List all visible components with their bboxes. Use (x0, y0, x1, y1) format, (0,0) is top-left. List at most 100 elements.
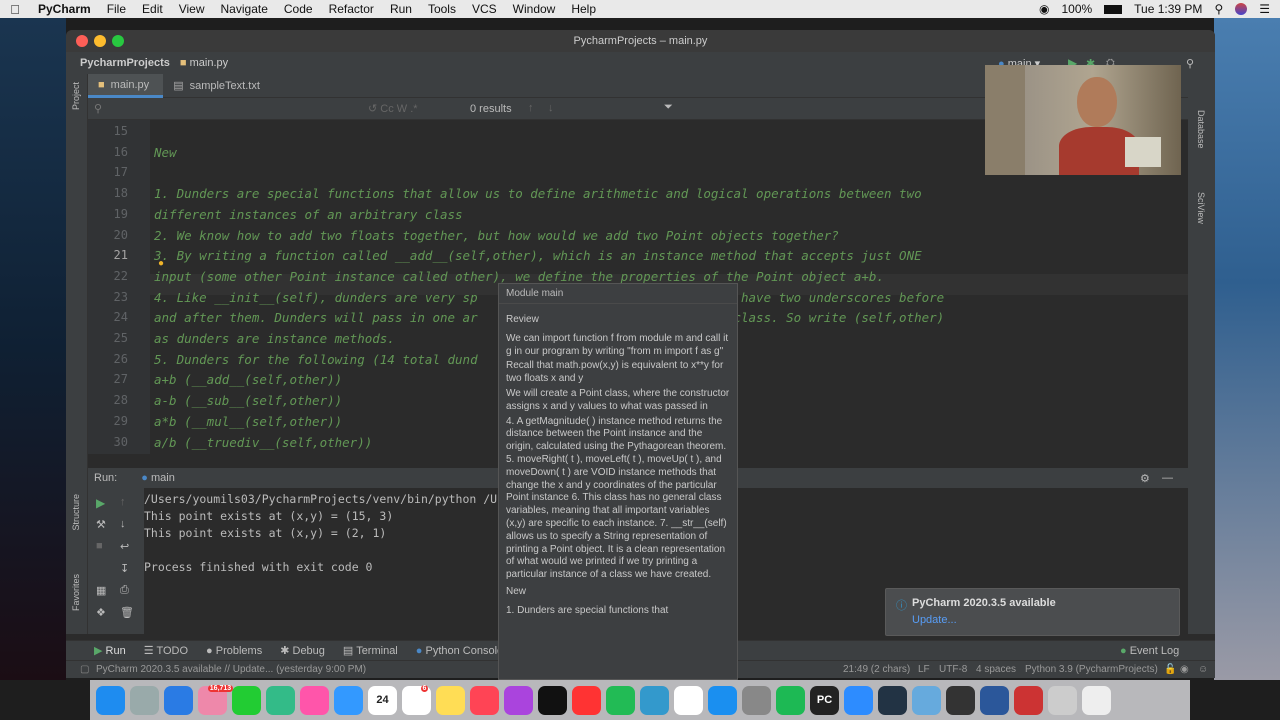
notes-dock-icon[interactable] (436, 685, 465, 715)
terminal-dock-icon[interactable] (946, 685, 975, 715)
finder-dock-icon[interactable] (96, 685, 125, 715)
code-line[interactable]: a-b (__sub__(self,other)) (154, 393, 342, 408)
line-separator[interactable]: LF (918, 664, 930, 675)
code-line[interactable]: a*b (__mul__(self,other)) (154, 414, 342, 429)
menu-vcs[interactable]: VCS (464, 2, 505, 16)
menu-navigate[interactable]: Navigate (213, 2, 276, 16)
update-notification[interactable]: ⓘ PyCharm 2020.3.5 available Update... (885, 588, 1180, 636)
spotlight-search-icon[interactable]: ⚲ (1214, 2, 1223, 16)
code-line[interactable]: 5. Dunders for the following (14 total d… (154, 352, 478, 367)
indent-setting[interactable]: 4 spaces (976, 664, 1016, 675)
clock[interactable]: Tue 1:39 PM (1134, 2, 1202, 16)
trash-icon[interactable]: 🗑 (120, 606, 134, 619)
code-line[interactable]: a+b (__add__(self,other)) (154, 372, 342, 387)
breadcrumb-file[interactable]: ■ main.py (180, 57, 228, 69)
code-line[interactable]: 2. We know how to add two floats togethe… (154, 228, 839, 243)
safari-dock-icon[interactable] (164, 685, 193, 715)
search-everywhere-icon[interactable]: ⚲ (1186, 57, 1194, 70)
launchpad-dock-icon[interactable] (130, 685, 159, 715)
system-preferences-dock-icon[interactable] (742, 685, 771, 715)
acrobat-dock-icon[interactable] (1014, 685, 1043, 715)
lock-icon[interactable]: 🔓 (1164, 664, 1176, 675)
menu-run[interactable]: Run (382, 2, 420, 16)
battery-icon[interactable] (1104, 4, 1123, 14)
rerun-icon[interactable]: ▶ (96, 496, 105, 510)
run-tab[interactable]: ● main (141, 472, 175, 484)
database-tool-label[interactable]: Database (1196, 110, 1206, 149)
photos-dock-icon[interactable] (300, 685, 329, 715)
code-line[interactable]: input (some other Point instance called … (154, 269, 884, 284)
tool-tab-python-console[interactable]: ● Python Console (416, 645, 503, 657)
keynote-dock-icon[interactable] (640, 685, 669, 715)
intention-bulb-icon[interactable]: ● (158, 258, 164, 269)
code-line[interactable]: a/b (__truediv__(self,other)) (154, 435, 372, 450)
next-occurrence-icon[interactable]: ↓ (548, 102, 554, 114)
update-link[interactable]: Update... (912, 614, 957, 626)
toggle-tool-windows-icon[interactable]: ▢ (80, 664, 89, 675)
code-line[interactable]: as dunders are instance methods. (154, 331, 395, 346)
app-store-dock-icon[interactable] (708, 685, 737, 715)
news-dock-icon[interactable] (572, 685, 601, 715)
tool-tab-terminal[interactable]: ▤ Terminal (343, 644, 398, 657)
music-dock-icon[interactable] (470, 685, 499, 715)
battery-percent[interactable]: 100% (1061, 2, 1092, 16)
menu-tools[interactable]: Tools (420, 2, 464, 16)
tab-sampletext-txt[interactable]: ▤ sampleText.txt (163, 74, 274, 98)
code-line[interactable]: New (154, 145, 177, 160)
notification-center-icon[interactable]: ☰ (1259, 2, 1270, 16)
code-line[interactable]: 1. Dunders are special functions that al… (154, 186, 922, 201)
pycharm-dock-icon[interactable]: PC (810, 685, 839, 715)
git-icon[interactable]: ◉ (1180, 664, 1189, 675)
quicktime-dock-icon[interactable] (878, 685, 907, 715)
menu-file[interactable]: File (99, 2, 134, 16)
maximize-window-button[interactable] (112, 35, 124, 47)
mail-dock-icon[interactable] (334, 685, 363, 715)
python-interpreter[interactable]: Python 3.9 (PycharmProjects) (1025, 664, 1158, 675)
down-arrow-icon[interactable]: ↓ (120, 518, 126, 530)
hide-panel-icon[interactable]: — (1162, 472, 1173, 484)
layout-icon[interactable]: ▦ (96, 584, 106, 597)
tab-main-py[interactable]: ■ main.py (88, 74, 164, 98)
calendar-dock-icon[interactable]: 24 (368, 685, 397, 715)
facetime-dock-icon[interactable] (232, 685, 261, 715)
status-message[interactable]: PyCharm 2020.3.5 available // Update... … (96, 664, 366, 675)
numbers-dock-icon[interactable] (606, 685, 635, 715)
code-line[interactable]: different instances of an arbitrary clas… (154, 207, 463, 222)
code-line[interactable]: 3. By writing a function called __add__(… (154, 248, 922, 263)
scroll-to-end-icon[interactable]: ↧ (120, 562, 129, 575)
close-window-button[interactable] (76, 35, 88, 47)
tool-tab-problems[interactable]: ● Problems (206, 645, 262, 657)
project-tool-label[interactable]: Project (71, 82, 81, 110)
previous-occurrence-icon[interactable]: ↑ (528, 102, 534, 114)
tool-tab-debug[interactable]: ✱ Debug (280, 644, 325, 657)
trash-dock-icon[interactable] (1082, 685, 1111, 715)
pin-icon[interactable]: ❖ (96, 606, 106, 619)
breadcrumb-project[interactable]: PycharmProjects (80, 57, 170, 69)
tool-tab-todo[interactable]: ☰ TODO (144, 644, 188, 657)
quick-documentation-popup[interactable]: Module main Review We can import function… (498, 283, 738, 680)
downloads-dock-icon[interactable] (1048, 685, 1077, 715)
zoom-dock-icon[interactable] (844, 685, 873, 715)
stop-icon[interactable]: ■ (96, 540, 103, 552)
menu-help[interactable]: Help (563, 2, 604, 16)
print-icon[interactable]: ⎙ (120, 584, 129, 597)
wifi-icon[interactable]: ◉ (1039, 2, 1049, 16)
messages-dock-icon[interactable] (266, 685, 295, 715)
soft-wrap-icon[interactable]: ↩ (120, 540, 129, 553)
spotify-dock-icon[interactable] (776, 685, 805, 715)
menu-view[interactable]: View (171, 2, 213, 16)
siri-icon[interactable] (1235, 3, 1248, 15)
menu-app-name[interactable]: PyCharm (30, 2, 99, 16)
search-icon[interactable]: ⚲ (94, 102, 102, 115)
podcasts-dock-icon[interactable] (504, 685, 533, 715)
hector-icon[interactable]: ☺ (1198, 664, 1208, 675)
tv-dock-icon[interactable] (538, 685, 567, 715)
menu-edit[interactable]: Edit (134, 2, 171, 16)
caret-position[interactable]: 21:49 (2 chars) (843, 664, 910, 675)
up-arrow-icon[interactable]: ↑ (120, 496, 126, 508)
sciview-tool-label[interactable]: SciView (1196, 192, 1206, 224)
event-log-button[interactable]: ● Event Log (1120, 645, 1179, 657)
filter-icon[interactable]: ⏷ (664, 101, 673, 114)
structure-tool-label[interactable]: Structure (71, 494, 81, 531)
preview-dock-icon[interactable] (912, 685, 941, 715)
